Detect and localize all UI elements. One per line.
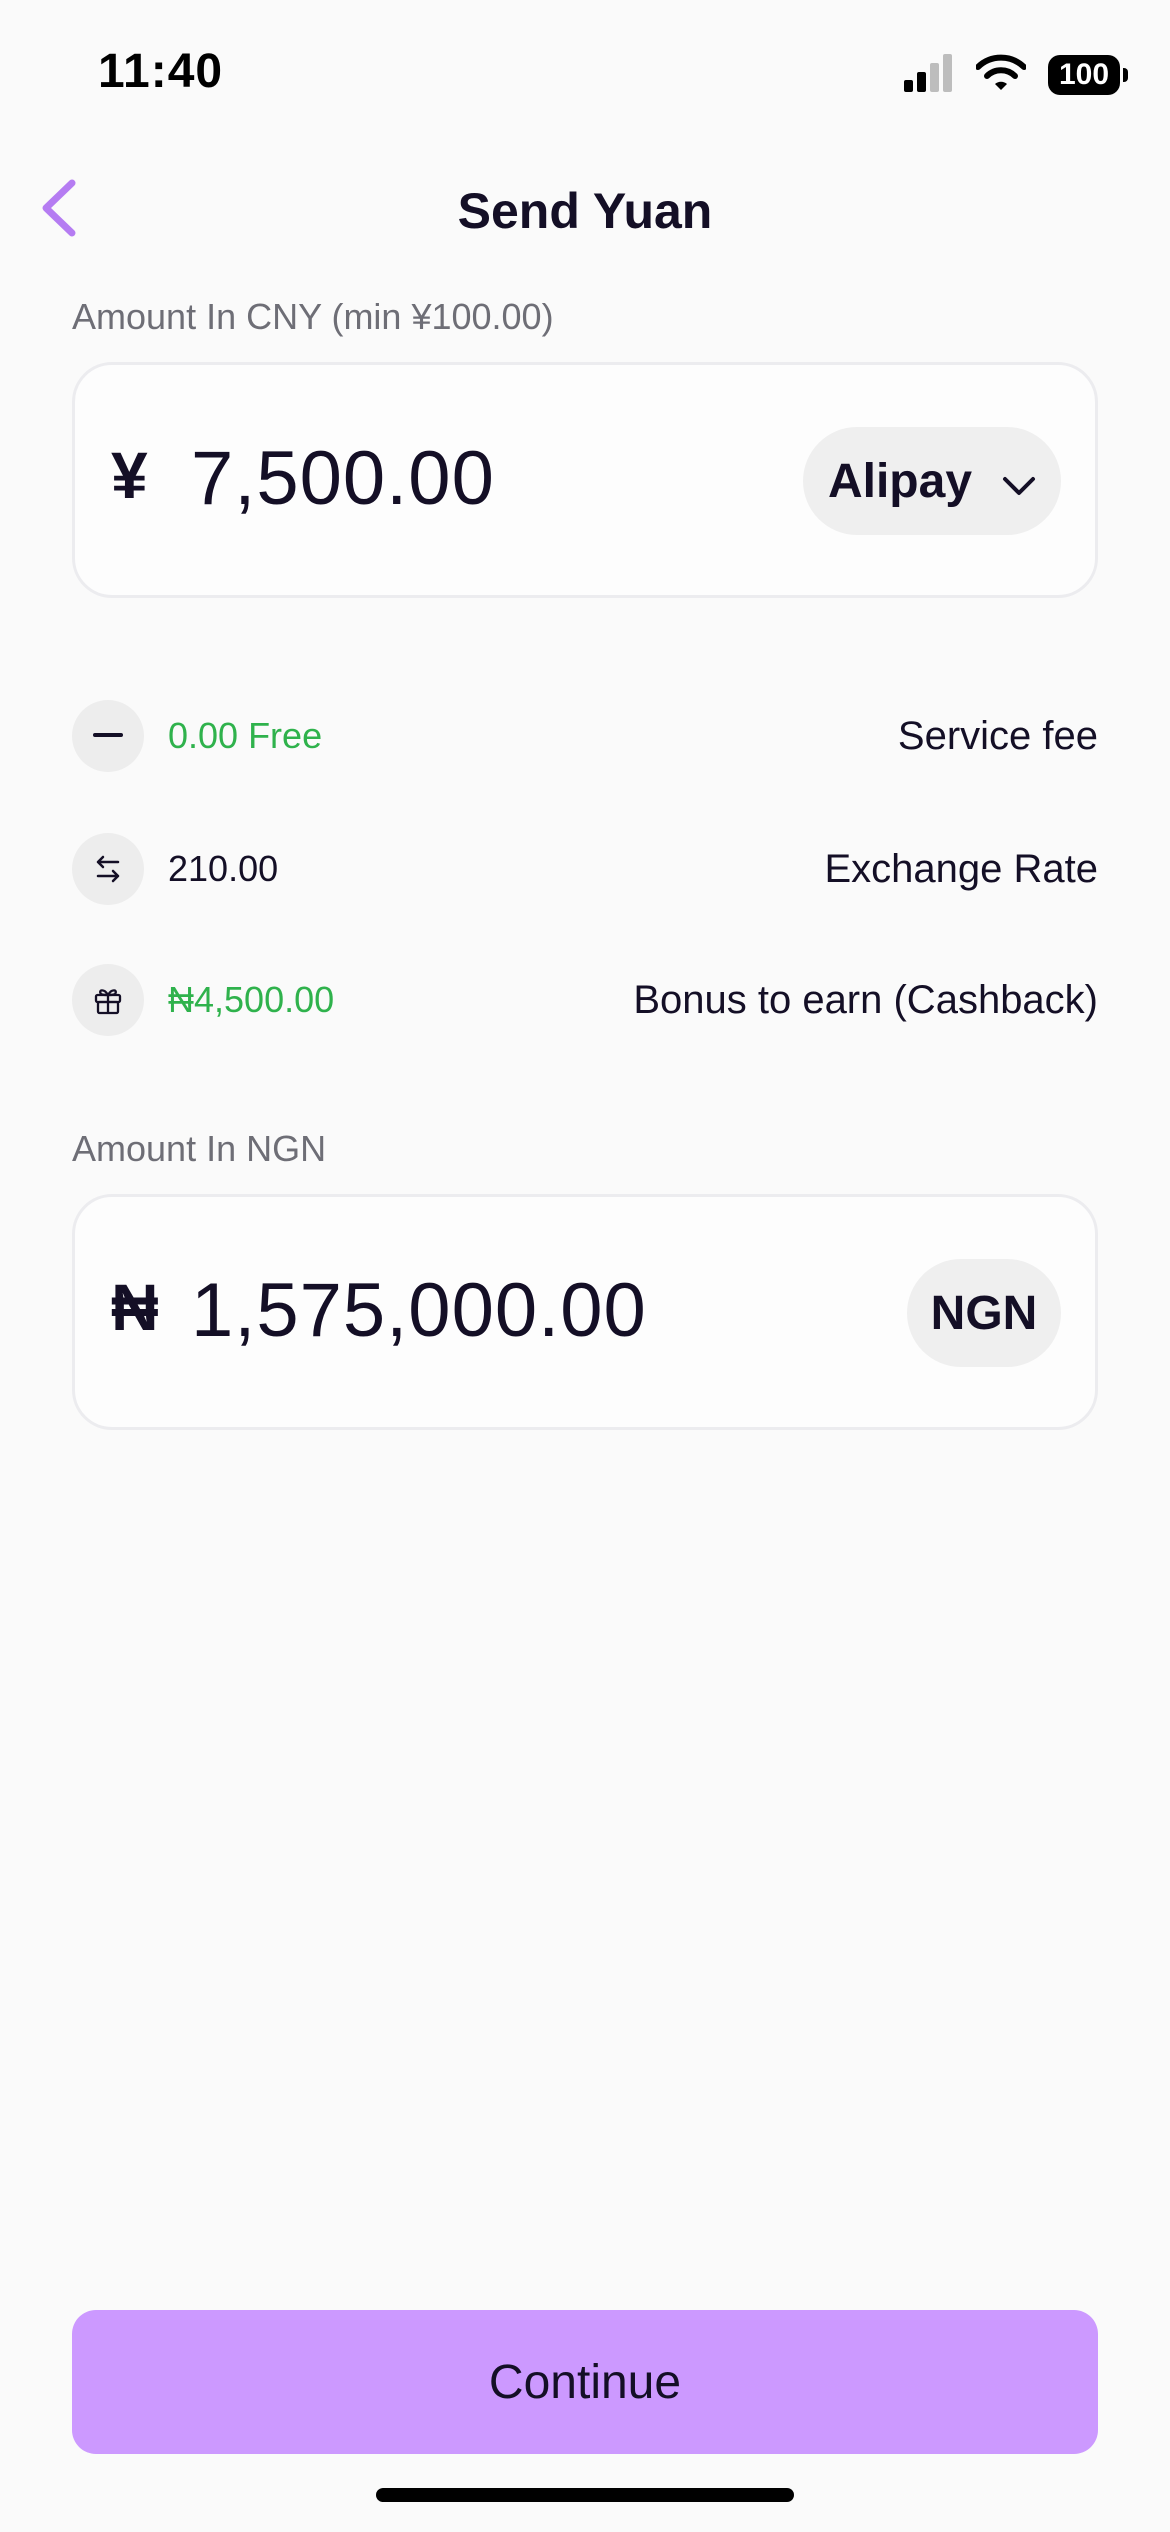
home-indicator	[376, 2488, 794, 2502]
cny-amount-card[interactable]: ¥ 7,500.00 Alipay	[72, 362, 1098, 598]
exchange-rate-label: Exchange Rate	[824, 846, 1098, 891]
service-fee-label: Service fee	[897, 713, 1098, 758]
status-icons: 100	[904, 52, 1128, 98]
chevron-down-icon	[1002, 454, 1036, 509]
exchange-rate-row: 210.00 Exchange Rate	[72, 833, 1098, 905]
cashback-label: Bonus to earn (Cashback)	[633, 977, 1098, 1022]
payment-method-dropdown[interactable]: Alipay	[803, 427, 1061, 535]
exchange-rate-value: 210.00	[168, 848, 279, 889]
minus-icon	[72, 700, 144, 772]
gift-icon	[72, 964, 144, 1036]
naira-symbol: ₦	[111, 1270, 159, 1344]
cny-amount-input[interactable]: 7,500.00	[191, 435, 495, 522]
page-title: Send Yuan	[457, 183, 713, 239]
service-fee-row: 0.00 Free Service fee	[72, 700, 1098, 772]
battery-level: 100	[1058, 58, 1110, 91]
service-fee-value: 0.00 Free	[168, 715, 323, 756]
ngn-amount-label: Amount In NGN	[72, 1128, 327, 1169]
yuan-symbol: ¥	[111, 438, 148, 512]
signal-icon	[904, 53, 954, 97]
status-bar: 11:40 100	[0, 0, 1170, 150]
cny-amount-label: Amount In CNY (min ¥100.00)	[72, 296, 554, 337]
cashback-row: ₦4,500.00 Bonus to earn (Cashback)	[72, 964, 1098, 1036]
wifi-icon	[975, 54, 1027, 97]
status-time: 11:40	[98, 45, 224, 98]
ngn-amount-card[interactable]: ₦ 1,575,000.00 NGN	[72, 1194, 1098, 1430]
currency-code: NGN	[930, 1286, 1038, 1340]
continue-button[interactable]: Continue	[72, 2310, 1098, 2454]
battery-icon: 100	[1048, 55, 1128, 95]
header: Send Yuan	[0, 160, 1170, 260]
ngn-amount-input[interactable]: 1,575,000.00	[191, 1267, 647, 1354]
cashback-value: ₦4,500.00	[168, 979, 335, 1020]
exchange-icon	[72, 833, 144, 905]
payment-method-label: Alipay	[827, 454, 973, 508]
currency-badge: NGN	[907, 1259, 1061, 1367]
